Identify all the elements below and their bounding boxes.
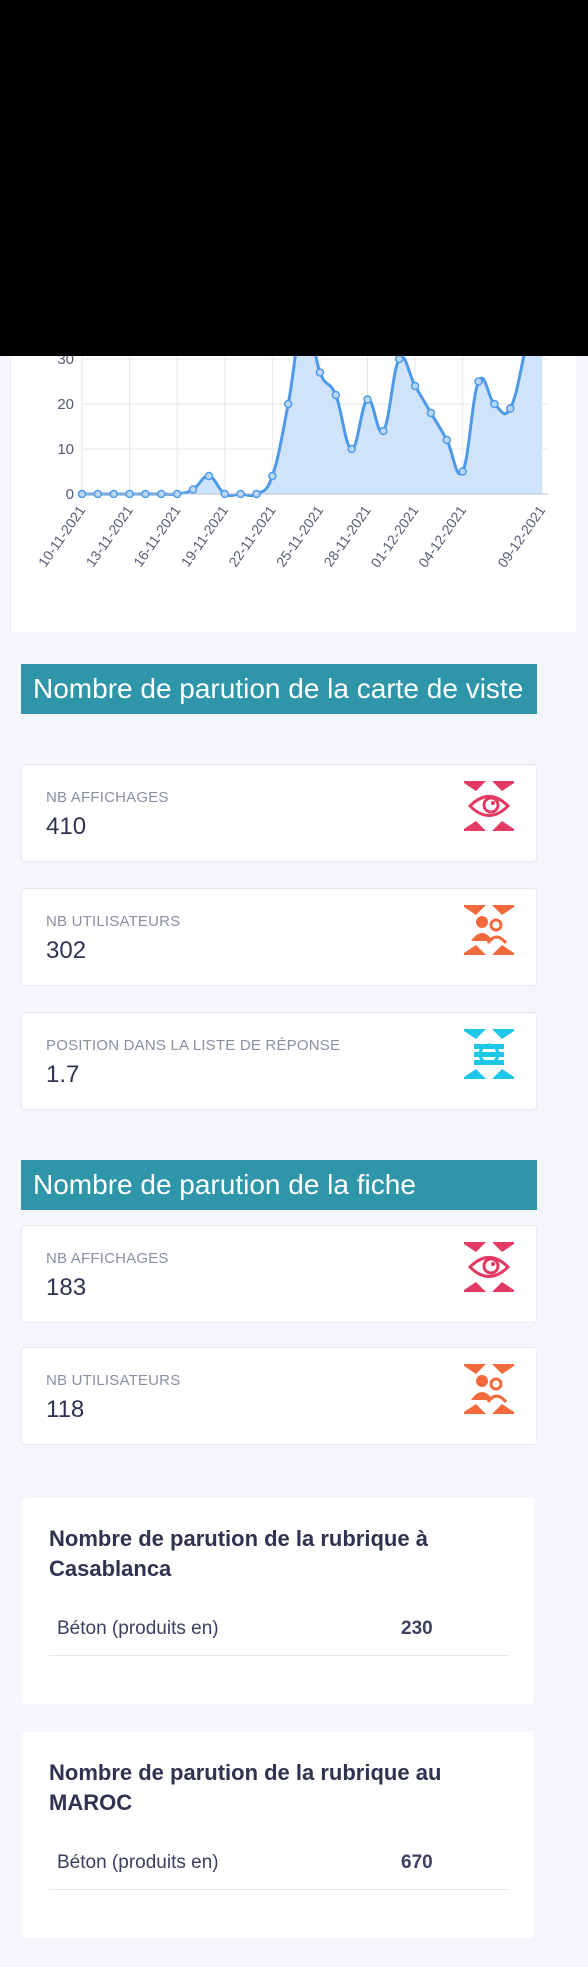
stat-value: 410 [46, 813, 87, 840]
x-tick-label: 01-12-2021 [367, 502, 421, 570]
data-point [506, 404, 515, 413]
data-point [394, 354, 404, 364]
data-point [93, 489, 103, 499]
rubrique-casablanca-title: Nombre de parution de la rubrique à Casa… [49, 1526, 428, 1581]
data-point [331, 390, 341, 400]
rubrique-maroc-card: Nombre de parution de la rubrique au MAR… [22, 1732, 534, 1938]
data-point [426, 408, 436, 418]
carte-section-title: Nombre de parution de la carte de viste [21, 664, 537, 714]
eye-icon [464, 781, 514, 831]
data-point [204, 471, 214, 481]
carte-position-card: POSITION DANS LA LISTE DE RÉPONSE 1.7 [21, 1012, 537, 1110]
stat-value: 183 [46, 1274, 87, 1301]
data-point [109, 489, 118, 499]
data-point [474, 377, 483, 386]
data-point [77, 489, 87, 499]
stat-value: 118 [46, 1396, 85, 1423]
x-tick-label: 25-11-2021 [273, 502, 327, 569]
fiche-affichages-card: NB AFFICHAGES 183 [21, 1225, 537, 1323]
x-tick-label: 09-12-2021 [494, 502, 548, 570]
fiche-utilisateurs-card: NB UTILISATEURS 118 [21, 1347, 537, 1445]
carte-affichages-card: NB AFFICHAGES 410 [21, 764, 537, 862]
carte-utilisateurs-card: NB UTILISATEURS 302 [21, 888, 537, 986]
data-point [157, 489, 166, 499]
top-black-overlay [0, 0, 588, 356]
data-point [442, 435, 452, 445]
data-point [236, 489, 245, 499]
views-area-chart: 010203010-11-202113-11-202116-11-202119-… [35, 330, 549, 570]
rubrique-maroc-title: Nombre de parution de la rubrique au MAR… [49, 1760, 442, 1815]
stat-label: NB UTILISATEURS [46, 1372, 181, 1389]
x-tick-label: 04-12-2021 [415, 502, 469, 570]
rubrique-count: 670 [401, 1852, 433, 1873]
data-point [283, 399, 293, 409]
data-point [315, 368, 325, 377]
rubrique-name: Béton (produits en) [57, 1618, 219, 1639]
stat-value: 1.7 [46, 1061, 80, 1088]
data-point [363, 395, 372, 404]
views-chart-card: 0 10 20 30 10-11-2021 13-11-2021 16-11-2021 19-… [12, 330, 576, 632]
stat-label: POSITION DANS LA LISTE DE RÉPONSE [46, 1037, 341, 1054]
x-tick-label: 10-11-2021 [35, 502, 89, 569]
table-row: Béton (produits en) 670 [49, 1840, 509, 1890]
data-point [347, 444, 356, 454]
data-point [188, 485, 198, 494]
y-tick-label: 20 [57, 396, 74, 413]
data-point [458, 467, 467, 476]
rubrique-count: 230 [401, 1618, 433, 1639]
stat-label: NB AFFICHAGES [46, 1250, 169, 1267]
x-tick-label: 22-11-2021 [225, 502, 279, 569]
data-point [141, 489, 150, 499]
data-point [125, 489, 134, 499]
list-position-icon [464, 1029, 514, 1079]
rubrique-casablanca-card: Nombre de parution de la rubrique à Casa… [22, 1498, 534, 1704]
eye-icon [464, 1242, 514, 1292]
stat-label: NB UTILISATEURS [46, 913, 181, 930]
x-tick-label: 28-11-2021 [320, 502, 374, 569]
stat-value: 302 [46, 937, 87, 964]
stat-label: NB AFFICHAGES [46, 789, 169, 806]
data-point [410, 381, 420, 391]
data-point [220, 489, 230, 499]
y-tick-label: 10 [57, 441, 74, 458]
data-point [268, 471, 277, 481]
x-tick-label: 16-11-2021 [130, 502, 184, 569]
table-row: Béton (produits en) 230 [49, 1606, 509, 1656]
x-tick-label: 19-11-2021 [178, 502, 232, 569]
users-icon [464, 905, 514, 955]
data-point [252, 489, 261, 499]
y-tick-label: 0 [66, 486, 74, 503]
fiche-section-title: Nombre de parution de la fiche [21, 1160, 537, 1210]
users-icon [464, 1364, 514, 1414]
data-point [379, 426, 388, 436]
rubrique-name: Béton (produits en) [57, 1852, 219, 1873]
data-point [172, 489, 182, 499]
data-point [490, 399, 499, 409]
x-tick-label: 13-11-2021 [82, 502, 136, 569]
